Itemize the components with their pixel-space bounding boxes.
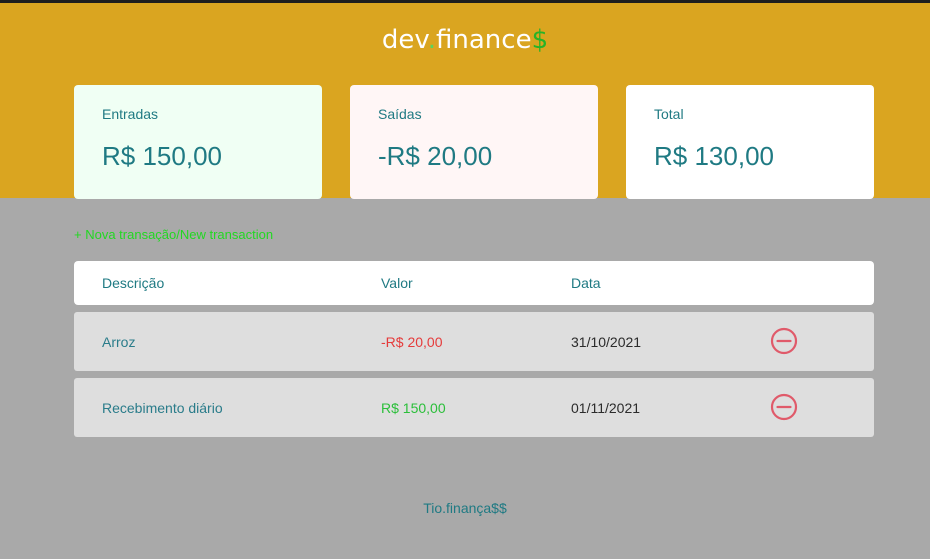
table-row: Recebimento diário R$ 150,00 01/11/2021: [74, 378, 874, 437]
header-date: Data: [571, 275, 601, 291]
income-value: R$ 150,00: [102, 141, 222, 171]
row-date: 01/11/2021: [571, 400, 641, 416]
row-description: Arroz: [102, 334, 136, 350]
footer-text: Tio.finança$$: [423, 500, 507, 516]
transactions-table: Descrição Valor Data Arroz -R$ 20,00 31/…: [74, 261, 874, 437]
minus-circle-icon[interactable]: [770, 393, 798, 421]
logo-word: finance: [436, 25, 532, 55]
row-description: Recebimento diário: [102, 400, 223, 416]
row-amount: R$ 150,00: [381, 400, 446, 416]
total-label: Total: [654, 106, 684, 122]
total-card: Total R$ 130,00: [626, 85, 874, 199]
table-row: Arroz -R$ 20,00 31/10/2021: [74, 312, 874, 371]
total-value: R$ 130,00: [654, 141, 774, 171]
header-amount: Valor: [381, 275, 413, 291]
logo-symbol: $: [531, 25, 549, 55]
page: dev.finance$ Entradas R$ 150,00 Saídas -…: [0, 0, 930, 559]
income-label: Entradas: [102, 106, 159, 122]
row-amount: -R$ 20,00: [381, 334, 443, 350]
expense-value: -R$ 20,00: [378, 141, 493, 171]
logo-dot: .: [427, 25, 437, 55]
table-header: Descrição Valor Data: [74, 261, 874, 305]
logo: dev.finance$: [0, 25, 930, 55]
expense-label: Saídas: [378, 106, 422, 122]
header-description: Descrição: [102, 275, 165, 291]
logo-main: dev: [381, 25, 428, 55]
expense-card: Saídas -R$ 20,00: [350, 85, 598, 199]
footer: Tio.finança$$: [0, 500, 930, 516]
income-card: Entradas R$ 150,00: [74, 85, 322, 199]
row-date: 31/10/2021: [571, 334, 642, 350]
minus-circle-icon[interactable]: [770, 327, 798, 355]
new-transaction-link[interactable]: + Nova transação/New transaction: [74, 227, 273, 242]
